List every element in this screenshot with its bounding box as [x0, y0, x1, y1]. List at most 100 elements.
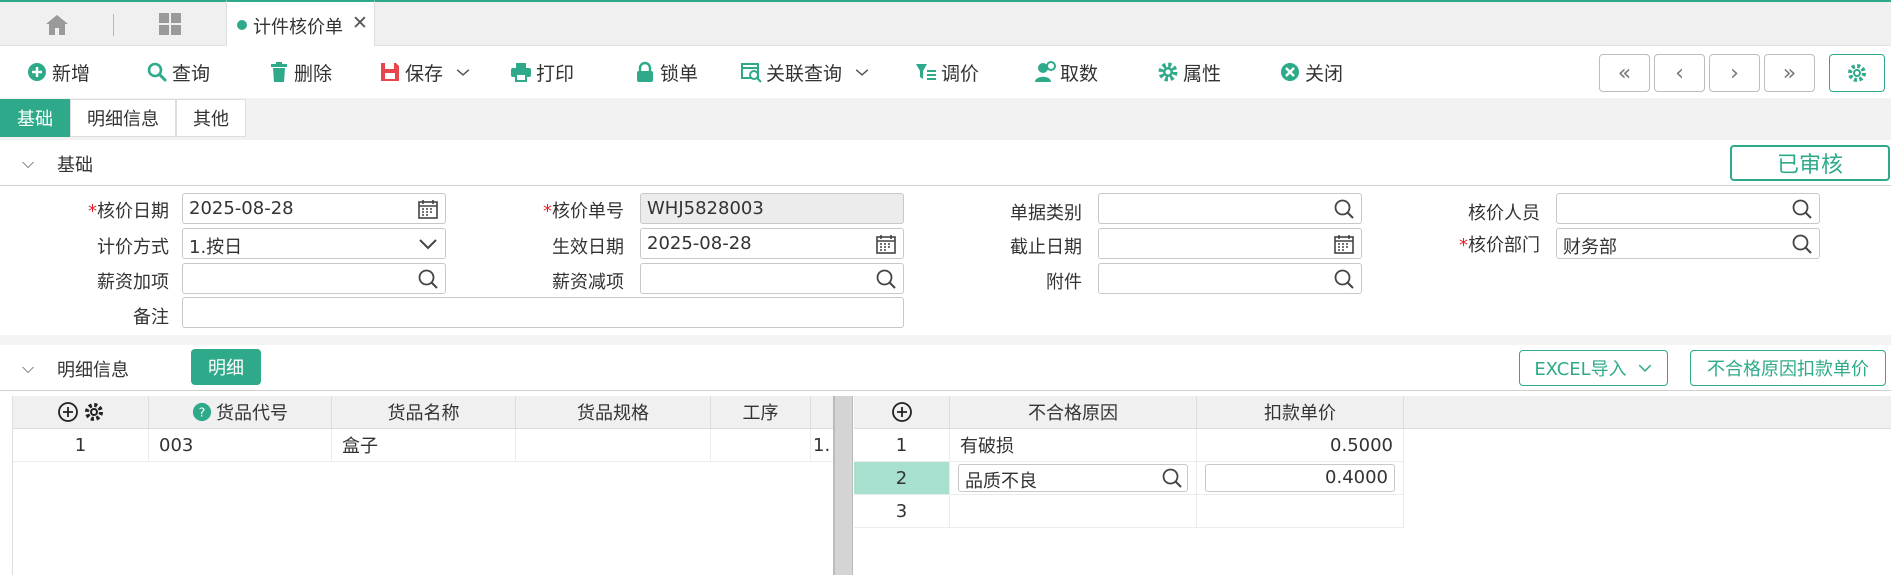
excel-import-button[interactable]: EXCEL导入	[1519, 350, 1668, 386]
pricing-date-label: *核价日期	[88, 201, 169, 222]
deduct-price-button[interactable]: 不合格原因扣款单价	[1690, 350, 1886, 386]
doc-type-label: 单据类别	[1010, 203, 1082, 224]
settings-button[interactable]	[1829, 54, 1885, 92]
last-record-button[interactable]: »	[1764, 54, 1815, 92]
end-date-label: 截止日期	[1010, 237, 1082, 258]
svg-text:?: ?	[199, 405, 206, 420]
cell-name[interactable]: 盒子	[332, 429, 516, 462]
chevron-down-icon[interactable]: ⌵	[22, 358, 34, 378]
chevron-down-icon[interactable]	[1637, 360, 1653, 376]
help-icon[interactable]: ?	[192, 402, 212, 422]
cell-deduct-price[interactable]	[1197, 495, 1404, 528]
related-query-button[interactable]: 关联查询	[740, 59, 870, 85]
cell-process[interactable]	[711, 429, 811, 462]
col-header-code[interactable]: ? 货品代号	[149, 396, 332, 429]
deduct-price-input[interactable]: 0.4000	[1205, 464, 1395, 492]
basic-section-header[interactable]: ⌵ 基础 已审核	[0, 140, 1891, 186]
toolbar: 新增 查询 删除 保存 打印 锁单 关联查询 调价 取数 属性 关闭 « ‹ ›…	[0, 46, 1891, 98]
adjust-price-button[interactable]: 调价	[915, 59, 979, 85]
save-button[interactable]: 保存	[379, 59, 471, 85]
pricing-person-label: 核价人员	[1468, 203, 1540, 224]
salary-sub-field[interactable]	[640, 263, 904, 294]
close-button[interactable]: 关闭	[1279, 59, 1343, 85]
lock-button[interactable]: 锁单	[634, 59, 698, 85]
end-date-field[interactable]	[1098, 228, 1362, 259]
calendar-icon[interactable]	[1333, 233, 1355, 255]
next-record-button[interactable]: ›	[1709, 54, 1760, 92]
search-icon	[147, 62, 167, 82]
effective-date-field[interactable]: 2025-08-28	[640, 228, 904, 259]
fetch-label: 取数	[1060, 62, 1099, 85]
calendar-icon[interactable]	[875, 233, 897, 255]
cell-deduct-price[interactable]: 0.5000	[1197, 429, 1404, 462]
cell-truncated[interactable]: 1.	[811, 429, 835, 462]
cell-reason-editor[interactable]: 品质不良	[950, 462, 1197, 495]
gear-icon[interactable]	[83, 401, 105, 423]
col-header-reason[interactable]: 不合格原因	[950, 396, 1197, 429]
salary-add-field[interactable]	[182, 263, 446, 294]
doc-type-field[interactable]	[1098, 193, 1362, 224]
status-badge: 已审核	[1730, 145, 1890, 181]
attachment-field[interactable]	[1098, 263, 1362, 294]
chevron-down-icon[interactable]	[417, 233, 439, 255]
delete-label: 删除	[294, 62, 333, 85]
tab-detail-info[interactable]: 明细信息	[70, 99, 176, 137]
cell-reason[interactable]	[950, 495, 1197, 528]
delete-button[interactable]: 删除	[268, 59, 332, 85]
related-query-icon	[741, 63, 762, 83]
fetch-button[interactable]: 取数	[1034, 59, 1098, 85]
properties-button[interactable]: 属性	[1157, 59, 1221, 85]
query-button[interactable]: 查询	[146, 59, 210, 85]
detail-section-header[interactable]: ⌵ 明细信息 明细 EXCEL导入 不合格原因扣款单价	[0, 345, 1891, 391]
tab-title: 计件核价单	[253, 17, 343, 38]
section-divider	[0, 335, 1891, 345]
salary-add-label: 薪资加项	[97, 272, 169, 293]
first-record-button[interactable]: «	[1599, 54, 1650, 92]
col-header-spec[interactable]: 货品规格	[516, 396, 711, 429]
pricing-date-field[interactable]: 2025-08-28	[182, 193, 446, 224]
cell-reason[interactable]: 有破损	[950, 429, 1197, 462]
prev-record-button[interactable]: ‹	[1654, 54, 1705, 92]
search-icon[interactable]	[1791, 233, 1813, 255]
remark-field[interactable]	[182, 297, 904, 328]
tab-other[interactable]: 其他	[176, 99, 246, 137]
detail-section-title: 明细信息	[57, 360, 129, 381]
detail-button[interactable]: 明细	[191, 349, 261, 385]
col-header-deduct-price[interactable]: 扣款单价	[1197, 396, 1404, 429]
row-number: 1	[854, 429, 950, 462]
cell-spec[interactable]	[516, 429, 711, 462]
tab-basic[interactable]: 基础	[0, 99, 70, 137]
cell-price-editor[interactable]: 0.4000	[1197, 462, 1404, 495]
search-icon[interactable]	[1791, 198, 1813, 220]
pricing-no-field[interactable]: WHJ5828003	[640, 193, 904, 224]
search-icon[interactable]	[1161, 467, 1183, 489]
search-icon[interactable]	[1333, 198, 1355, 220]
chevron-down-icon[interactable]: ⌵	[22, 153, 34, 173]
save-label: 保存	[405, 62, 444, 85]
pricing-method-select[interactable]: 1.按日	[182, 228, 446, 259]
pricing-dept-field[interactable]: 财务部	[1556, 228, 1820, 259]
search-icon[interactable]	[1333, 268, 1355, 290]
search-icon[interactable]	[875, 268, 897, 290]
calendar-icon[interactable]	[417, 198, 439, 220]
col-header-process[interactable]: 工序	[711, 396, 811, 429]
home-icon[interactable]	[44, 13, 70, 37]
new-label: 新增	[52, 62, 91, 85]
search-icon[interactable]	[417, 268, 439, 290]
new-button[interactable]: 新增	[26, 59, 90, 85]
chevron-down-icon[interactable]	[854, 61, 870, 83]
defect-reason-grid: 不合格原因 扣款单价 1 有破损 0.5000 2 品质不良 0.4000 3	[854, 396, 1891, 575]
apps-grid-icon[interactable]	[158, 12, 182, 36]
col-header-name[interactable]: 货品名称	[332, 396, 516, 429]
add-row-icon[interactable]	[891, 401, 913, 423]
grid-splitter[interactable]	[833, 396, 853, 575]
related-query-label: 关联查询	[766, 62, 843, 85]
cell-code[interactable]: 003	[149, 429, 332, 462]
chevron-down-icon[interactable]	[455, 61, 471, 83]
print-button[interactable]: 打印	[510, 59, 574, 85]
close-tab-icon[interactable]: ✕	[352, 12, 368, 34]
pricing-person-field[interactable]	[1556, 193, 1820, 224]
reason-input[interactable]: 品质不良	[958, 464, 1188, 492]
add-row-icon[interactable]	[57, 401, 79, 423]
tab-piece-pricing[interactable]: 计件核价单 ✕	[226, 0, 375, 48]
